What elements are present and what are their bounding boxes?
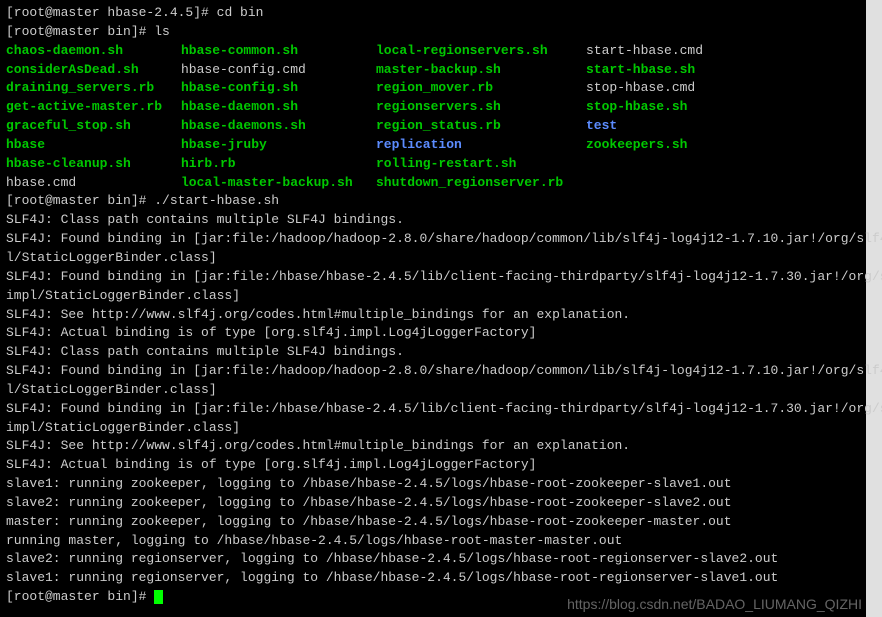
ls-item: rolling-restart.sh xyxy=(376,155,586,174)
ls-item: start-hbase.cmd xyxy=(586,42,703,61)
log-line: SLF4J: Found binding in [jar:file:/hadoo… xyxy=(6,362,860,381)
ls-item: hbase-config.sh xyxy=(181,79,376,98)
watermark: https://blog.csdn.net/BADAO_LIUMANG_QIZH… xyxy=(567,594,862,614)
ls-row: hbase-cleanup.shhirb.rbrolling-restart.s… xyxy=(6,155,860,174)
log-line: SLF4J: Class path contains multiple SLF4… xyxy=(6,211,860,230)
ls-row: get-active-master.rbhbase-daemon.shregio… xyxy=(6,98,860,117)
ls-item: start-hbase.sh xyxy=(586,61,695,80)
ls-item: replication xyxy=(376,136,586,155)
ls-item: region_status.rb xyxy=(376,117,586,136)
ls-row: graceful_stop.shhbase-daemons.shregion_s… xyxy=(6,117,860,136)
log-line: SLF4J: Actual binding is of type [org.sl… xyxy=(6,456,860,475)
cursor xyxy=(154,590,163,604)
log-line: SLF4J: Actual binding is of type [org.sl… xyxy=(6,324,860,343)
ls-item: hbase-common.sh xyxy=(181,42,376,61)
log-line: SLF4J: See http://www.slf4j.org/codes.ht… xyxy=(6,437,860,456)
log-line: running master, logging to /hbase/hbase-… xyxy=(6,532,860,551)
ls-item: considerAsDead.sh xyxy=(6,61,181,80)
ls-row: considerAsDead.shhbase-config.cmdmaster-… xyxy=(6,61,860,80)
ls-item: hbase-config.cmd xyxy=(181,61,376,80)
ls-item: hbase-jruby xyxy=(181,136,376,155)
ls-item: zookeepers.sh xyxy=(586,136,687,155)
ls-item: draining_servers.rb xyxy=(6,79,181,98)
ls-item: hbase-daemons.sh xyxy=(181,117,376,136)
ls-item: chaos-daemon.sh xyxy=(6,42,181,61)
log-line: SLF4J: Found binding in [jar:file:/hbase… xyxy=(6,268,860,287)
ls-item: graceful_stop.sh xyxy=(6,117,181,136)
log-line: slave2: running zookeeper, logging to /h… xyxy=(6,494,860,513)
ls-row: hbasehbase-jrubyreplicationzookeepers.sh xyxy=(6,136,860,155)
ls-row: chaos-daemon.shhbase-common.shlocal-regi… xyxy=(6,42,860,61)
ls-item: region_mover.rb xyxy=(376,79,586,98)
log-line: master: running zookeeper, logging to /h… xyxy=(6,513,860,532)
ls-item: stop-hbase.sh xyxy=(586,98,687,117)
ls-item: test xyxy=(586,117,617,136)
prompt-line-1: [root@master hbase-2.4.5]# cd bin xyxy=(6,4,860,23)
terminal-output[interactable]: [root@master hbase-2.4.5]# cd bin [root@… xyxy=(6,4,860,607)
log-line: SLF4J: Class path contains multiple SLF4… xyxy=(6,343,860,362)
log-line: slave2: running regionserver, logging to… xyxy=(6,550,860,569)
log-line: SLF4J: Found binding in [jar:file:/hbase… xyxy=(6,400,860,419)
ls-output: chaos-daemon.shhbase-common.shlocal-regi… xyxy=(6,42,860,193)
ls-item: shutdown_regionserver.rb xyxy=(376,174,586,193)
log-line: slave1: running zookeeper, logging to /h… xyxy=(6,475,860,494)
ls-row: draining_servers.rbhbase-config.shregion… xyxy=(6,79,860,98)
ls-item: regionservers.sh xyxy=(376,98,586,117)
ls-item: master-backup.sh xyxy=(376,61,586,80)
log-line: SLF4J: Found binding in [jar:file:/hadoo… xyxy=(6,230,860,249)
ls-item: stop-hbase.cmd xyxy=(586,79,695,98)
log-line: l/StaticLoggerBinder.class] xyxy=(6,249,860,268)
log-line: impl/StaticLoggerBinder.class] xyxy=(6,419,860,438)
log-output: SLF4J: Class path contains multiple SLF4… xyxy=(6,211,860,588)
ls-item: hbase xyxy=(6,136,181,155)
prompt-line-3: [root@master bin]# ./start-hbase.sh xyxy=(6,192,860,211)
log-line: SLF4J: See http://www.slf4j.org/codes.ht… xyxy=(6,306,860,325)
log-line: l/StaticLoggerBinder.class] xyxy=(6,381,860,400)
ls-item: get-active-master.rb xyxy=(6,98,181,117)
ls-item: hbase-cleanup.sh xyxy=(6,155,181,174)
ls-item: local-regionservers.sh xyxy=(376,42,586,61)
ls-row: hbase.cmdlocal-master-backup.shshutdown_… xyxy=(6,174,860,193)
prompt-line-2: [root@master bin]# ls xyxy=(6,23,860,42)
ls-item: local-master-backup.sh xyxy=(181,174,376,193)
ls-item: hirb.rb xyxy=(181,155,376,174)
log-line: impl/StaticLoggerBinder.class] xyxy=(6,287,860,306)
ls-item: hbase.cmd xyxy=(6,174,181,193)
log-line: slave1: running regionserver, logging to… xyxy=(6,569,860,588)
ls-item: hbase-daemon.sh xyxy=(181,98,376,117)
